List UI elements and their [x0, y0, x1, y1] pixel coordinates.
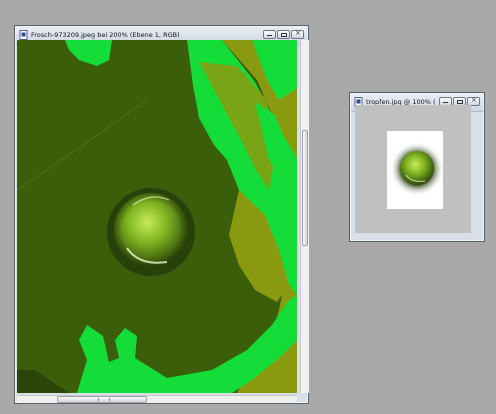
horizontal-scroll-thumb[interactable] [57, 396, 147, 403]
vertical-scrollbar[interactable] [300, 40, 309, 393]
thumbnail-image [387, 131, 443, 209]
vertical-scroll-thumb[interactable] [302, 130, 308, 246]
document-icon [19, 30, 28, 40]
minimize-icon [267, 33, 272, 36]
grip-icon [98, 398, 110, 401]
close-icon: × [295, 29, 301, 37]
maximize-button[interactable] [277, 30, 290, 39]
maximize-icon [281, 33, 287, 37]
close-button[interactable]: × [291, 30, 304, 39]
thumbnail-canvas-area[interactable] [355, 105, 471, 233]
minimize-button[interactable] [263, 30, 276, 39]
frog-image [17, 40, 297, 393]
image-canvas[interactable] [17, 40, 297, 393]
main-document-window[interactable]: Frosch-973209.jpeg bei 200% (Ebene 1, RG… [14, 25, 309, 404]
close-icon: × [471, 96, 477, 104]
maximize-icon [457, 100, 463, 104]
minimize-icon [443, 100, 448, 103]
horizontal-scrollbar[interactable] [17, 395, 297, 403]
thumbnail-document-window[interactable]: tropfen.jpg @ 100% (R... × [349, 92, 485, 242]
